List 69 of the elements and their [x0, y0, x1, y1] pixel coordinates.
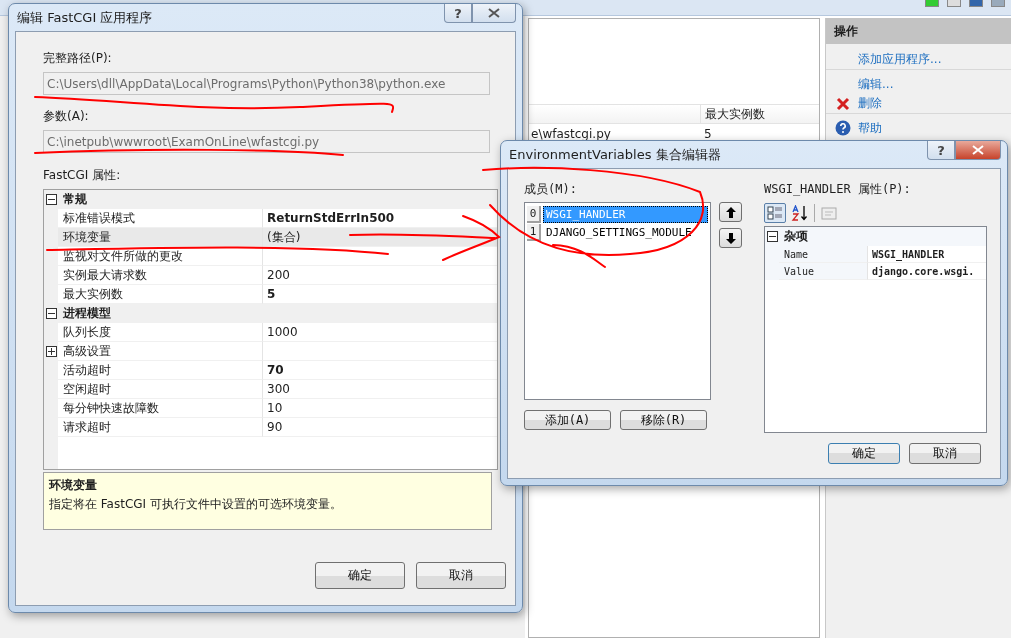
property-name[interactable]: 每分钟快速故障数 — [58, 399, 263, 418]
delete-icon — [836, 96, 850, 111]
move-up-button[interactable] — [719, 202, 742, 222]
help-button[interactable]: ? — [444, 4, 472, 23]
field-label: 完整路径(P): — [43, 50, 113, 67]
category-label: 杂项 — [783, 228, 808, 245]
close-icon — [488, 8, 500, 18]
property-name[interactable]: Name — [779, 246, 868, 263]
ok-button[interactable]: 确定 — [315, 562, 405, 589]
table-cell-text: e\wfastcgi.py — [530, 127, 612, 141]
collapse-button[interactable] — [45, 308, 57, 319]
property-name[interactable]: 空闲超时 — [58, 380, 263, 399]
help-icon — [835, 120, 851, 136]
index-label: 0 — [527, 205, 541, 223]
close-button[interactable] — [955, 141, 1001, 160]
plus-icon — [47, 348, 55, 355]
arrow-up-icon — [725, 206, 736, 218]
list-item[interactable]: DJANGO_SETTINGS_MODULE — [543, 223, 708, 241]
close-icon — [972, 145, 984, 155]
close-button[interactable] — [472, 4, 516, 23]
property-name[interactable]: 标准错误模式 — [58, 209, 263, 228]
categorized-icon — [767, 206, 783, 220]
description-text: 指定将在 FastCGI 可执行文件中设置的可选环境变量。 — [49, 496, 343, 513]
panel-title: 操作 — [826, 18, 1011, 44]
table-cell-text: 5 — [703, 127, 713, 141]
window-title: 编辑 FastCGI 应用程序 — [17, 8, 153, 27]
move-down-button[interactable] — [719, 228, 742, 248]
minus-icon — [47, 196, 55, 203]
property-name[interactable]: 请求超时 — [58, 418, 263, 437]
property-value[interactable]: ReturnStdErrIn500 — [263, 209, 497, 228]
property-name[interactable]: 活动超时 — [58, 361, 263, 380]
index-label: 1 — [527, 223, 541, 241]
sort-az-icon — [791, 205, 809, 221]
toolbar-icon[interactable] — [947, 0, 961, 7]
property-pages-icon — [821, 206, 837, 220]
list-label: 成员(M): — [524, 181, 578, 198]
category-label: 进程模型 — [62, 305, 111, 322]
description-title: 环境变量 — [49, 477, 98, 494]
property-value[interactable]: (集合) — [263, 228, 497, 247]
expand-button[interactable] — [45, 346, 57, 357]
property-name[interactable]: 高级设置 — [58, 342, 263, 361]
section-label: FastCGI 属性: — [43, 167, 122, 184]
window-title: EnvironmentVariables 集合编辑器 — [509, 145, 721, 164]
action-link[interactable]: 删除 — [858, 95, 882, 112]
property-value[interactable]: django.core.wsgi. — [868, 263, 986, 280]
remove-button[interactable]: 移除(R) — [620, 410, 707, 430]
property-name[interactable]: 环境变量 — [58, 228, 263, 247]
action-link[interactable]: 编辑... — [858, 75, 894, 93]
field-label: 参数(A): — [43, 108, 90, 125]
add-button[interactable]: 添加(A) — [524, 410, 611, 430]
property-name[interactable]: 队列长度 — [58, 323, 263, 342]
property-value[interactable]: WSGI_HANDLER — [868, 246, 986, 263]
category-label: 常规 — [62, 191, 87, 208]
collapse-button[interactable] — [45, 194, 57, 205]
action-link[interactable]: 添加应用程序... — [858, 51, 942, 68]
cancel-button[interactable]: 取消 — [416, 562, 506, 589]
property-name[interactable]: 最大实例数 — [58, 285, 263, 304]
categorized-button[interactable] — [764, 203, 786, 223]
property-name[interactable]: 实例最大请求数 — [58, 266, 263, 285]
ok-button[interactable]: 确定 — [828, 443, 900, 464]
minus-icon — [47, 310, 55, 317]
minus-icon — [768, 233, 776, 240]
property-name[interactable]: Value — [779, 263, 868, 280]
cancel-button[interactable]: 取消 — [909, 443, 981, 464]
collapse-button[interactable] — [766, 231, 778, 242]
action-link[interactable]: 帮助 — [858, 119, 882, 137]
arrow-down-icon — [725, 232, 736, 244]
help-button[interactable]: ? — [927, 141, 955, 160]
properties-label: WSGI_HANDLER 属性(P): — [764, 181, 912, 198]
